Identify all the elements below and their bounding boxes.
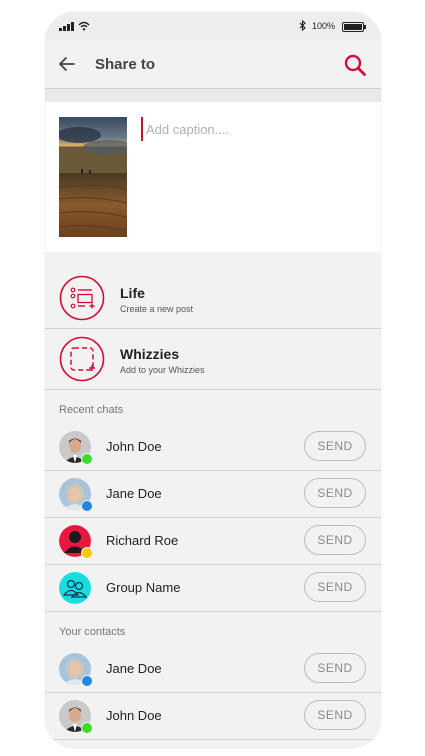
life-post-icon: [59, 275, 105, 321]
search-icon[interactable]: [343, 53, 367, 77]
phone-frame: 100% Share to Add caption.... Life Creat…: [45, 12, 381, 748]
chat-row: Richard Roe SEND: [45, 518, 381, 565]
share-option-subtitle: Create a new post: [120, 304, 194, 314]
avatar: [59, 700, 93, 734]
share-option-subtitle: Add to your Whizzies: [120, 365, 205, 375]
status-bar: 100%: [45, 12, 381, 40]
battery-icon: [342, 22, 366, 32]
send-button[interactable]: SEND: [304, 653, 366, 683]
chat-row: Jane Doe SEND: [45, 471, 381, 518]
caption-input[interactable]: [141, 117, 368, 141]
recent-chats-label: Recent chats: [59, 404, 124, 416]
send-button[interactable]: SEND: [304, 431, 366, 461]
chat-name: Jane Doe: [106, 486, 162, 501]
avatar: [59, 478, 93, 512]
send-button[interactable]: SEND: [304, 700, 366, 730]
chat-name: John Doe: [106, 439, 162, 454]
group-icon: [59, 572, 91, 604]
send-button[interactable]: SEND: [304, 572, 366, 602]
page-title: Share to: [95, 56, 156, 73]
post-image-thumbnail: [59, 117, 127, 237]
signal-icon: [59, 22, 74, 31]
your-contacts-label: Your contacts: [59, 626, 126, 638]
share-to-life[interactable]: Life Create a new post: [45, 268, 381, 329]
status-indicator: [81, 547, 93, 559]
bluetooth-icon: [299, 20, 306, 31]
status-indicator: [81, 675, 93, 687]
online-status-indicator: [81, 722, 93, 734]
chat-name: Richard Roe: [106, 533, 179, 548]
contact-name: John Doe: [106, 708, 162, 723]
chat-row: John Doe SEND: [45, 424, 381, 471]
divider: [45, 89, 381, 102]
avatar: [59, 572, 91, 604]
send-button[interactable]: SEND: [304, 478, 366, 508]
contact-name: Jane Doe: [106, 661, 162, 676]
avatar: [59, 653, 93, 687]
chat-row: Group Name SEND: [45, 565, 381, 612]
status-indicator: [81, 500, 93, 512]
chat-name: Group Name: [106, 580, 181, 595]
share-option-title: Whizzies: [120, 346, 180, 362]
contact-row: John Doe SEND: [45, 693, 381, 740]
caption-section: [45, 102, 381, 252]
share-to-whizzies[interactable]: Whizzies Add to your Whizzies: [45, 329, 381, 390]
online-status-indicator: [81, 453, 93, 465]
send-button[interactable]: SEND: [304, 525, 366, 555]
battery-percent: 100%: [312, 21, 336, 31]
whizzies-icon: [59, 336, 105, 382]
wifi-icon: [78, 21, 90, 31]
avatar: [59, 431, 93, 465]
share-option-title: Life: [120, 285, 145, 301]
app-header: Share to: [45, 40, 381, 89]
contact-row: Jane Doe SEND: [45, 646, 381, 693]
back-arrow-icon[interactable]: [57, 54, 77, 74]
avatar: [59, 525, 93, 559]
